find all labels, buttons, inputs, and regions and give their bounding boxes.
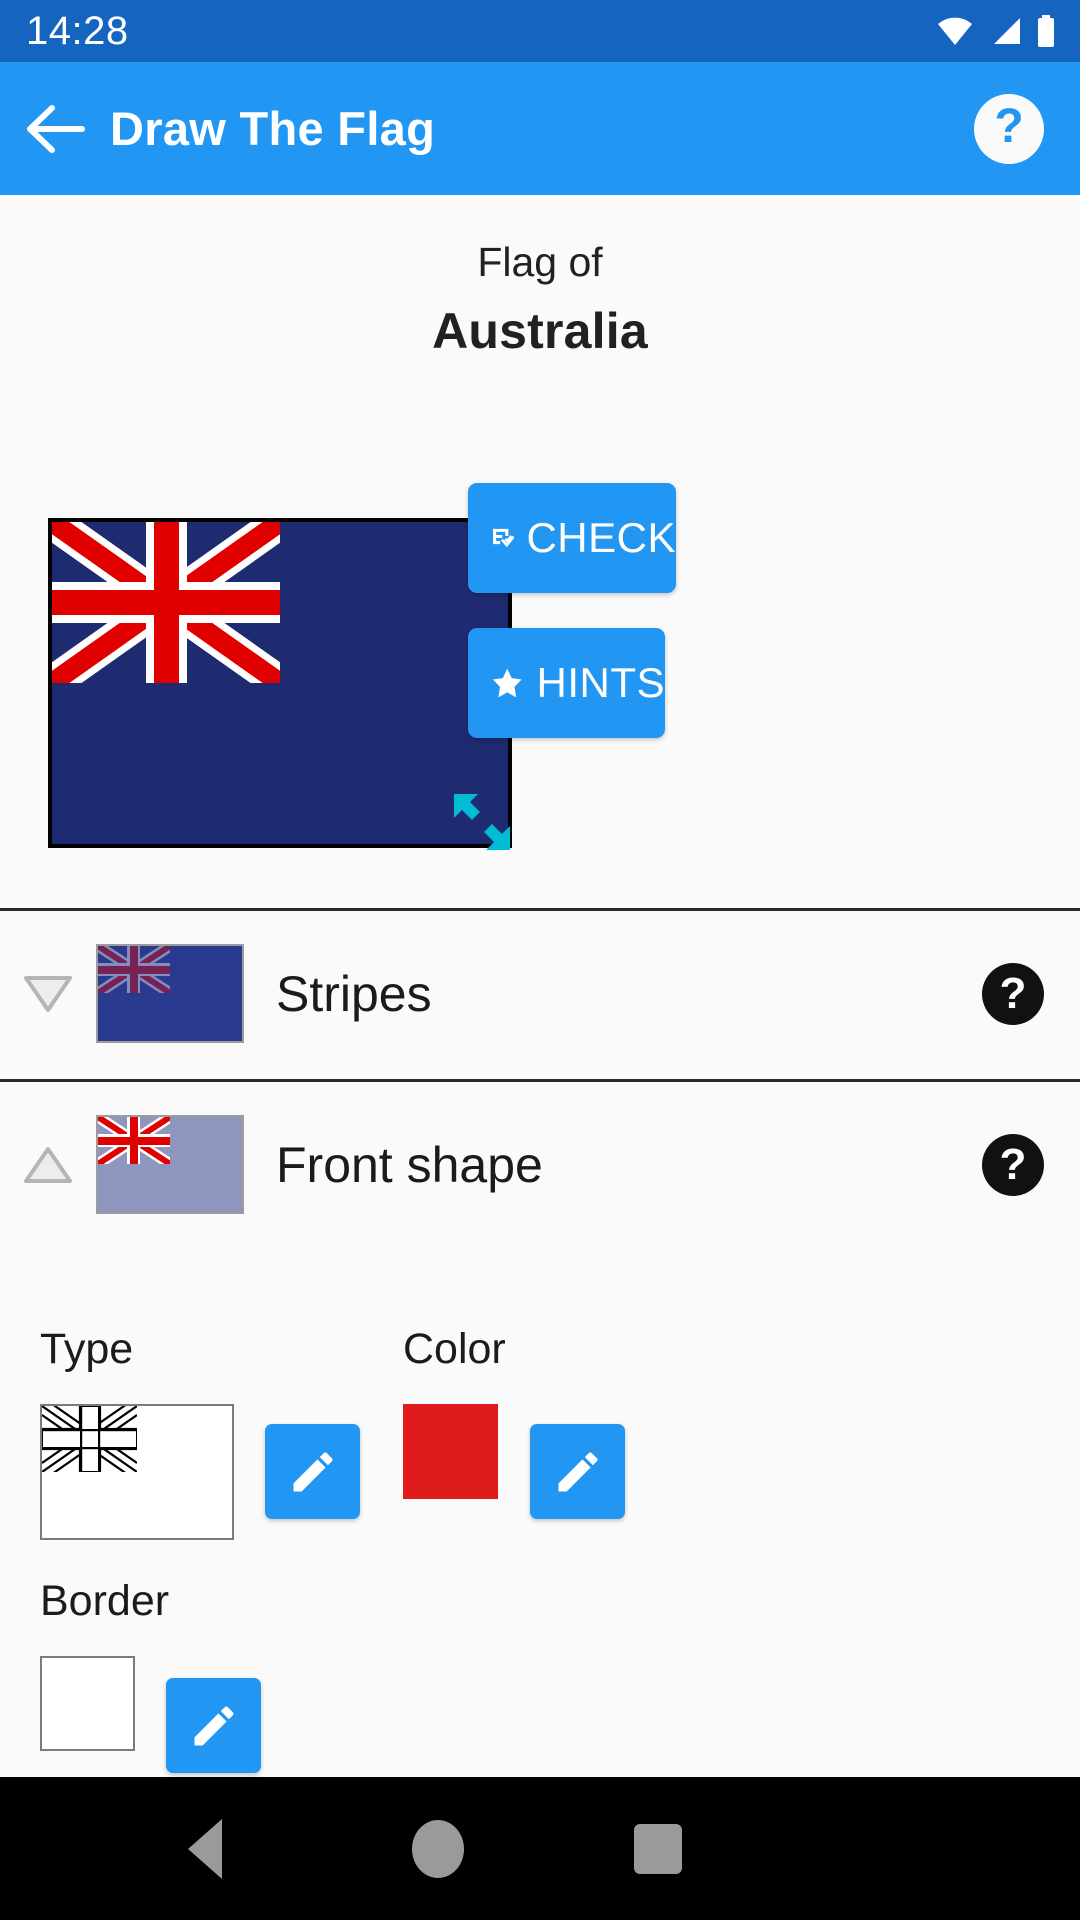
star-icon [492,668,522,698]
arrow-left-icon [27,104,85,153]
system-nav-bar [0,1777,1080,1920]
question-mark-icon: ? [999,968,1027,1018]
app-bar: Draw The Flag ? [0,62,1080,195]
nav-back-icon[interactable] [188,1818,222,1879]
stripes-thumbnail-art [98,946,242,1041]
union-jack-outline-icon [42,1406,232,1538]
front-shape-thumbnail-art [98,1117,242,1212]
border-swatch[interactable] [40,1656,135,1751]
cellular-signal-icon [994,18,1020,44]
type-preview[interactable] [40,1404,234,1540]
stripes-label: Stripes [276,965,432,1022]
resize-canvas-button[interactable] [450,790,514,854]
wifi-icon [938,17,972,45]
flag-drawing-canvas[interactable] [48,518,512,848]
app-screen: 14:28 Draw The Flag ? Flag of Australia … [0,0,1080,1920]
type-edit-button[interactable] [265,1424,360,1519]
front-shape-collapse-toggle[interactable] [0,1143,96,1187]
flag-canvas-wrapper[interactable] [48,518,512,848]
status-bar: 14:28 [0,0,1080,62]
chevron-up-icon [24,1146,72,1183]
nav-home-icon[interactable] [412,1819,464,1878]
chevron-down-icon [24,975,72,1012]
sidebar-item-front-shape[interactable]: Front shape ? [0,1079,1080,1250]
stripes-thumbnail [96,944,244,1043]
nav-recents-icon[interactable] [634,1823,682,1874]
front-shape-label: Front shape [276,1136,543,1193]
flag-of-label: Flag of [477,239,603,285]
back-button[interactable] [0,104,110,154]
country-name: Australia [432,303,648,359]
color-label: Color [403,1325,506,1373]
pencil-icon [194,1705,234,1745]
stripes-help-button[interactable]: ? [982,962,1044,1025]
front-shape-thumbnail [96,1115,244,1214]
type-label: Type [40,1325,134,1373]
flag-header: Flag of Australia [0,195,1080,360]
hints-button-label: HINTS [536,659,665,706]
page-title: Draw The Flag [110,102,436,155]
status-time: 14:28 [26,9,129,53]
check-button-label: CHECK [526,514,676,561]
stripes-expand-toggle[interactable] [0,972,96,1016]
color-swatch[interactable] [403,1404,498,1499]
hints-button[interactable]: HINTS [468,628,665,738]
pencil-icon [293,1451,333,1491]
color-edit-button[interactable] [530,1424,625,1519]
status-icons [936,15,1056,47]
pencil-icon [558,1451,598,1491]
battery-icon [1038,15,1054,47]
question-mark-icon: ? [994,99,1024,153]
check-button[interactable]: CHECK [468,483,676,593]
resize-diagonal-icon [454,794,510,850]
front-shape-help-button[interactable]: ? [982,1133,1044,1196]
border-edit-button[interactable] [166,1678,261,1773]
sidebar-item-stripes[interactable]: Stripes ? [0,908,1080,1079]
question-mark-icon: ? [999,1139,1027,1189]
border-label: Border [40,1577,170,1625]
fact-check-icon [493,528,515,548]
flag-artwork [52,522,508,844]
help-button[interactable]: ? [974,93,1044,164]
